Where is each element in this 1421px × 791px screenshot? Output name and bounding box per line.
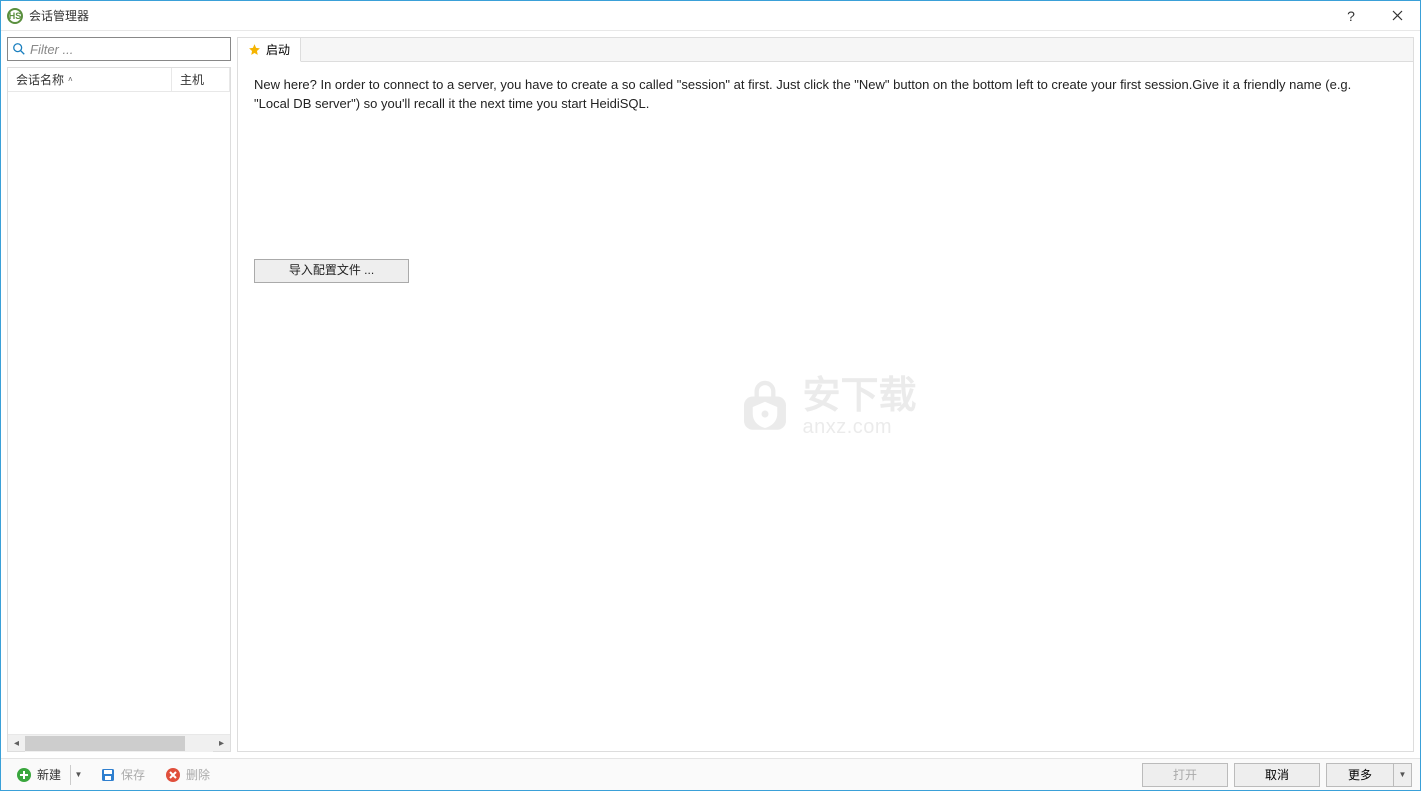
filter-box[interactable] (7, 37, 231, 61)
tab-bar: 启动 (238, 38, 1413, 62)
cancel-button[interactable]: 取消 (1234, 763, 1320, 787)
list-header: 会话名称 ˄ 主机 (8, 68, 230, 92)
tab-startup[interactable]: 启动 (238, 38, 301, 62)
delete-label: 删除 (186, 766, 210, 783)
cancel-label: 取消 (1265, 766, 1289, 783)
watermark: 安下载 anxz.com (734, 377, 916, 437)
more-button[interactable]: 更多 ▼ (1326, 763, 1412, 787)
scroll-track[interactable] (25, 735, 213, 752)
tab-startup-label: 启动 (266, 41, 290, 58)
new-label: 新建 (37, 766, 61, 783)
open-button[interactable]: 打开 (1142, 763, 1228, 787)
filter-input[interactable] (30, 42, 226, 57)
save-session-button[interactable]: 保存 (93, 762, 152, 787)
column-session-name[interactable]: 会话名称 ˄ (8, 68, 172, 91)
more-dropdown[interactable]: ▼ (1393, 764, 1411, 786)
window-body: 会话名称 ˄ 主机 ◂ ▸ (1, 31, 1420, 758)
open-label: 打开 (1173, 766, 1197, 783)
watermark-cn: 安下载 (802, 377, 916, 415)
search-icon (12, 42, 26, 56)
app-icon: HS (7, 8, 23, 24)
close-icon (1392, 10, 1403, 21)
help-button[interactable]: ? (1328, 1, 1374, 31)
new-dropdown[interactable]: ▼ (70, 765, 86, 785)
delete-icon (165, 767, 181, 783)
tab-content: New here? In order to connect to a serve… (238, 62, 1413, 751)
scroll-right-icon[interactable]: ▸ (213, 735, 230, 752)
column-host[interactable]: 主机 (172, 68, 230, 91)
import-settings-label: 导入配置文件 ... (289, 262, 374, 279)
watermark-lock-icon (734, 379, 794, 435)
delete-session-button[interactable]: 删除 (158, 762, 217, 787)
titlebar: HS 会话管理器 ? (1, 1, 1420, 31)
scroll-left-icon[interactable]: ◂ (8, 735, 25, 752)
column-host-label: 主机 (180, 71, 204, 88)
footer-toolbar: 新建 ▼ 保存 删除 打开 取消 更多 ▼ (1, 758, 1420, 790)
window-title: 会话管理器 (29, 7, 89, 24)
session-list: 会话名称 ˄ 主机 ◂ ▸ (7, 67, 231, 752)
save-icon (100, 767, 116, 783)
session-manager-window: HS 会话管理器 ? 会话名称 ˄ 主机 (0, 0, 1421, 791)
watermark-en: anxz.com (802, 417, 916, 437)
left-pane: 会话名称 ˄ 主机 ◂ ▸ (7, 37, 231, 752)
more-label: 更多 (1348, 766, 1372, 783)
new-session-button[interactable]: 新建 ▼ (9, 761, 87, 789)
horizontal-scrollbar[interactable]: ◂ ▸ (8, 734, 230, 751)
plus-icon (16, 767, 32, 783)
session-list-body[interactable] (8, 92, 230, 734)
sort-asc-icon: ˄ (68, 75, 73, 84)
window-close-button[interactable] (1374, 1, 1420, 31)
column-session-name-label: 会话名称 (16, 71, 64, 88)
right-pane: 启动 New here? In order to connect to a se… (237, 37, 1414, 752)
import-settings-button[interactable]: 导入配置文件 ... (254, 259, 409, 283)
intro-text: New here? In order to connect to a serve… (254, 76, 1384, 114)
save-label: 保存 (121, 766, 145, 783)
scroll-thumb[interactable] (25, 736, 185, 751)
star-icon (248, 43, 261, 56)
